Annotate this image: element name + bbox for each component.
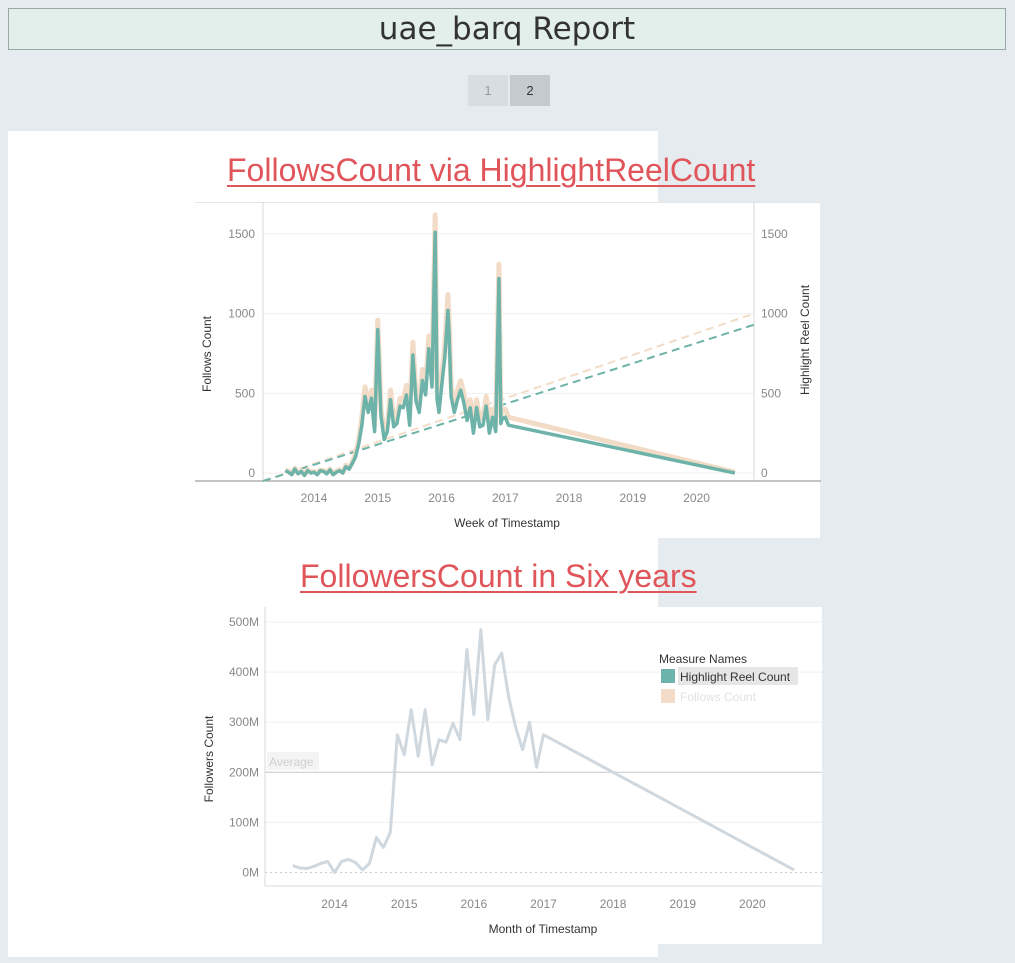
report-title: uae_barq Report (378, 11, 636, 47)
x-tick: 2016 (461, 897, 488, 911)
y-tick: 400M (229, 665, 259, 679)
report-title-bar: uae_barq Report (8, 8, 1006, 50)
x-tick: 2018 (600, 897, 627, 911)
legend-item-highlight[interactable]: Highlight Reel Count (680, 670, 791, 684)
y-tick: 0M (242, 865, 259, 879)
x-tick: 2017 (530, 897, 557, 911)
y-tick: 100M (229, 815, 259, 829)
x-tick: 2020 (683, 491, 710, 505)
y-tick-left: 500 (235, 386, 255, 400)
page-navigation: 1 2 (468, 75, 550, 106)
y-tick-right: 1500 (761, 227, 788, 241)
x-tick: 2015 (391, 897, 418, 911)
x-axis-label: Month of Timestamp (489, 922, 598, 936)
chart2-title: FollowersCount in Six years (300, 558, 697, 594)
chart1-title: FollowsCount via HighlightReelCount (227, 152, 756, 188)
legend-swatch-highlight[interactable] (661, 669, 675, 683)
y-axis-label-left: Follows Count (200, 315, 214, 392)
x-tick: 2019 (669, 897, 696, 911)
series-line (284, 212, 736, 478)
x-tick: 2019 (619, 491, 646, 505)
y-tick-left: 1500 (228, 227, 255, 241)
y-tick-right: 500 (761, 386, 781, 400)
y-tick-right: 1000 (761, 307, 788, 321)
x-tick: 2017 (492, 491, 519, 505)
x-tick: 2015 (364, 491, 391, 505)
y-tick: 500M (229, 615, 259, 629)
series-line (284, 230, 736, 478)
legend: Measure Names Highlight Reel Count Follo… (659, 652, 798, 704)
x-tick: 2014 (301, 491, 328, 505)
x-tick: 2020 (739, 897, 766, 911)
y-axis-label: Followers Count (202, 715, 216, 802)
average-label: Average (269, 755, 314, 769)
y-tick-left: 1000 (228, 307, 255, 321)
y-tick-left: 0 (248, 466, 255, 480)
followers-chart: Average 0M 100M 200M 300M 400M 500M 2014 2015 20… (202, 607, 822, 936)
y-axis-label-right: Highlight Reel Count (798, 284, 812, 395)
page-button-1[interactable]: 1 (468, 75, 508, 106)
y-tick: 300M (229, 715, 259, 729)
trend-line (262, 312, 755, 482)
legend-title: Measure Names (659, 652, 747, 666)
y-tick-right: 0 (761, 466, 768, 480)
x-tick: 2018 (556, 491, 583, 505)
page-button-2[interactable]: 2 (510, 75, 550, 106)
y-tick: 200M (229, 765, 259, 779)
x-tick: 2014 (321, 897, 348, 911)
legend-item-follows[interactable]: Follows Count (680, 690, 757, 704)
x-tick: 2016 (428, 491, 455, 505)
follows-highlight-chart: 0 0 500 500 1000 1000 1500 1500 2014 2015 2016 2017… (195, 202, 821, 530)
x-axis-label: Week of Timestamp (454, 516, 560, 530)
legend-swatch-follows[interactable] (661, 689, 675, 703)
